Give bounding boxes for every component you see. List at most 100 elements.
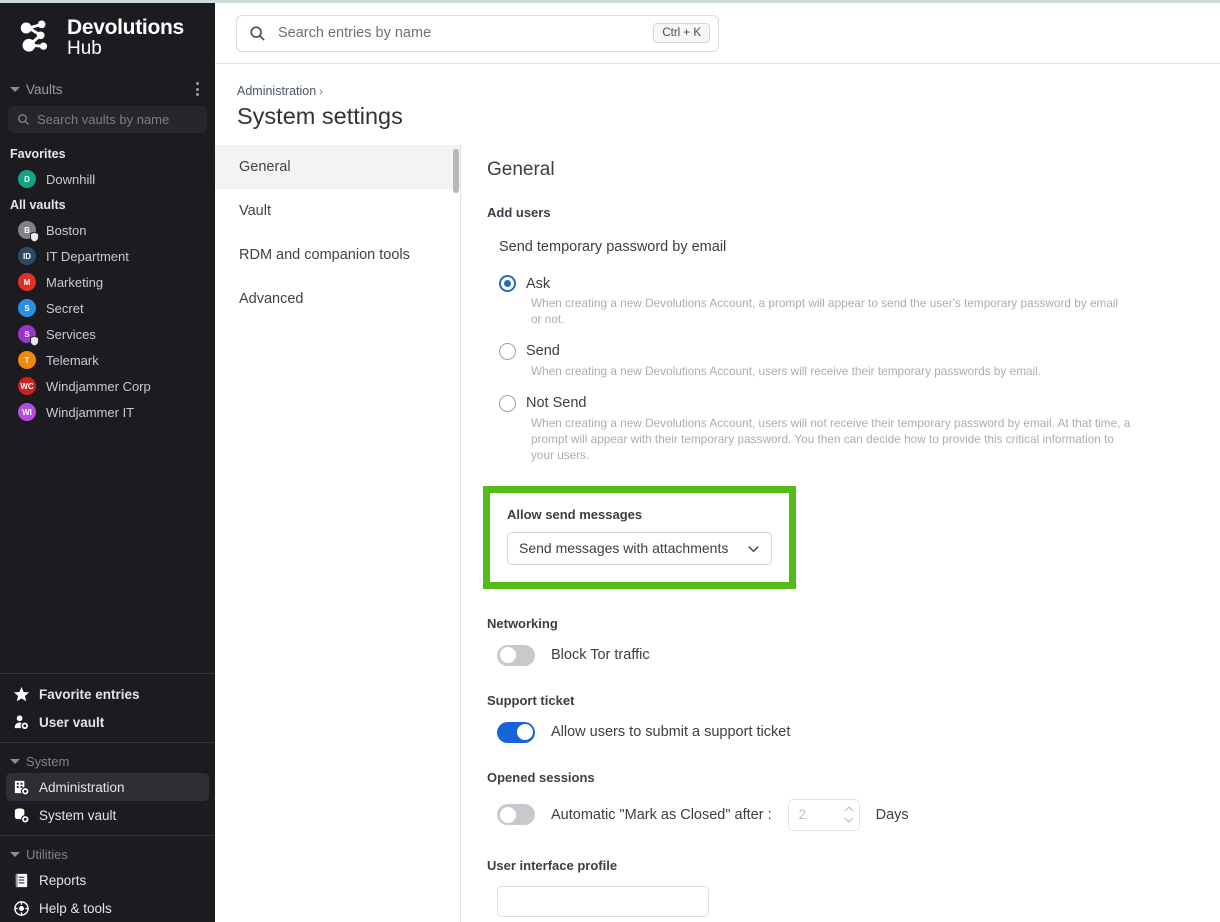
days-quantity-stepper[interactable]: 2 <box>788 799 860 831</box>
sidebar-item-label: Administration <box>39 780 125 795</box>
chevron-down-icon[interactable] <box>844 817 854 823</box>
system-group-label: System <box>26 754 69 769</box>
breadcrumb: Administration› <box>215 64 1220 100</box>
sidebar-item-label: System vault <box>39 808 116 823</box>
list-item[interactable]: S Secret <box>0 295 215 321</box>
vault-name: Services <box>46 327 96 342</box>
app-logo: Devolutions Hub <box>0 3 215 74</box>
breadcrumb-parent[interactable]: Administration <box>237 84 316 98</box>
avatar: M <box>18 273 36 291</box>
sidebar-item-help-tools[interactable]: Help & tools <box>0 894 215 922</box>
days-unit-label: Days <box>876 807 909 823</box>
tab-label: General <box>239 159 291 175</box>
radio-button[interactable] <box>499 343 516 360</box>
page-title: System settings <box>215 100 1220 130</box>
vault-search-input[interactable]: Search vaults by name <box>8 106 207 133</box>
networking-section: Networking Block Tor traffic <box>487 616 1220 666</box>
vault-name: Windjammer IT <box>46 405 134 420</box>
favorites-list: D Downhill <box>0 166 215 194</box>
auto-mark-closed-toggle[interactable] <box>497 804 535 825</box>
search-shortcut-badge: Ctrl + K <box>653 23 710 43</box>
sidebar-item-label: Favorite entries <box>39 687 140 702</box>
vault-name: IT Department <box>46 249 129 264</box>
stepper-value: 2 <box>799 807 844 822</box>
allow-send-messages-select[interactable]: Send messages with attachments <box>507 532 772 565</box>
shield-icon <box>30 232 39 242</box>
general-settings-pane: General Add users Send temporary passwor… <box>461 145 1220 922</box>
list-item[interactable]: WI Windjammer IT <box>0 399 215 425</box>
avatar: T <box>18 351 36 369</box>
vault-name: Boston <box>46 223 86 238</box>
chevron-up-icon[interactable] <box>844 806 854 812</box>
vault-name: Downhill <box>46 172 95 187</box>
avatar: WC <box>18 377 36 395</box>
radio-label: Send <box>526 343 560 359</box>
tab-vault[interactable]: Vault <box>215 189 460 233</box>
system-group-header[interactable]: System <box>0 749 215 773</box>
avatar: B <box>18 221 36 239</box>
search-input[interactable]: Search entries by name Ctrl + K <box>236 15 719 52</box>
send-temp-password-label: Send temporary password by email <box>499 239 1220 255</box>
vaults-more-menu-icon[interactable] <box>192 80 203 98</box>
avatar: S <box>18 299 36 317</box>
user-interface-profile-select[interactable] <box>497 886 709 917</box>
sidebar-item-user-vault[interactable]: User vault <box>0 708 215 736</box>
radio-button[interactable] <box>499 395 516 412</box>
system-vault-icon <box>12 806 30 824</box>
chevron-down-icon[interactable] <box>10 852 20 857</box>
sidebar-item-label: Reports <box>39 873 86 888</box>
sidebar-divider <box>0 835 215 836</box>
list-item[interactable]: B Boston <box>0 217 215 243</box>
toggle-label: Allow users to submit a support ticket <box>551 724 790 740</box>
sidebar-item-system-vault[interactable]: System vault <box>0 801 215 829</box>
allow-support-ticket-toggle[interactable] <box>497 722 535 743</box>
vault-name: Secret <box>46 301 84 316</box>
tab-general[interactable]: General <box>215 145 460 189</box>
block-tor-traffic-toggle[interactable] <box>497 645 535 666</box>
networking-group-label: Networking <box>487 616 1220 631</box>
user-interface-profile-section: User interface profile <box>487 858 1220 917</box>
tab-advanced[interactable]: Advanced <box>215 277 460 321</box>
all-vaults-list: B Boston ID IT Department M Marketing S … <box>0 217 215 427</box>
radio-button[interactable] <box>499 275 516 292</box>
allow-send-messages-label: Allow send messages <box>507 507 772 522</box>
radio-description: When creating a new Devolutions Account,… <box>531 296 1131 328</box>
list-item[interactable]: M Marketing <box>0 269 215 295</box>
utilities-group-label: Utilities <box>26 847 68 862</box>
list-item[interactable]: T Telemark <box>0 347 215 373</box>
chevron-down-icon[interactable] <box>10 759 20 764</box>
support-ticket-section: Support ticket Allow users to submit a s… <box>487 693 1220 743</box>
vaults-section-header[interactable]: Vaults <box>0 74 215 102</box>
star-icon <box>12 685 30 703</box>
radio-label: Not Send <box>526 395 586 411</box>
sidebar-item-administration[interactable]: Administration <box>6 773 209 801</box>
search-icon <box>17 113 30 126</box>
radio-description: When creating a new Devolutions Account,… <box>531 364 1131 380</box>
list-item[interactable]: ID IT Department <box>0 243 215 269</box>
list-item[interactable]: WC Windjammer Corp <box>0 373 215 399</box>
settings-nav-scrollbar[interactable] <box>453 149 459 193</box>
brand-subtitle: Hub <box>67 39 184 58</box>
sidebar: Devolutions Hub Vaults Search vaults by … <box>0 3 215 922</box>
list-item[interactable]: D Downhill <box>0 166 215 192</box>
list-item[interactable]: S Services <box>0 321 215 347</box>
vault-search-placeholder: Search vaults by name <box>37 112 169 127</box>
settings-nav: General Vault RDM and companion tools Ad… <box>215 145 460 922</box>
sidebar-divider <box>0 742 215 743</box>
chevron-down-icon <box>746 541 761 556</box>
radio-option-send[interactable]: Send <box>499 343 1220 360</box>
radio-option-ask[interactable]: Ask <box>499 275 1220 292</box>
sidebar-item-favorite-entries[interactable]: Favorite entries <box>0 680 215 708</box>
utilities-group-header[interactable]: Utilities <box>0 842 215 866</box>
vault-name: Telemark <box>46 353 99 368</box>
radio-option-not-send[interactable]: Not Send <box>499 395 1220 412</box>
vaults-label: Vaults <box>26 82 186 97</box>
opened-sessions-section: Opened sessions Automatic "Mark as Close… <box>487 770 1220 831</box>
tab-rdm-and-companion-tools[interactable]: RDM and companion tools <box>215 233 460 277</box>
vault-name: Marketing <box>46 275 103 290</box>
sidebar-item-reports[interactable]: Reports <box>0 866 215 894</box>
sidebar-divider <box>0 673 215 674</box>
help-tools-icon <box>12 899 30 917</box>
search-icon <box>249 25 266 42</box>
chevron-down-icon[interactable] <box>10 87 20 92</box>
